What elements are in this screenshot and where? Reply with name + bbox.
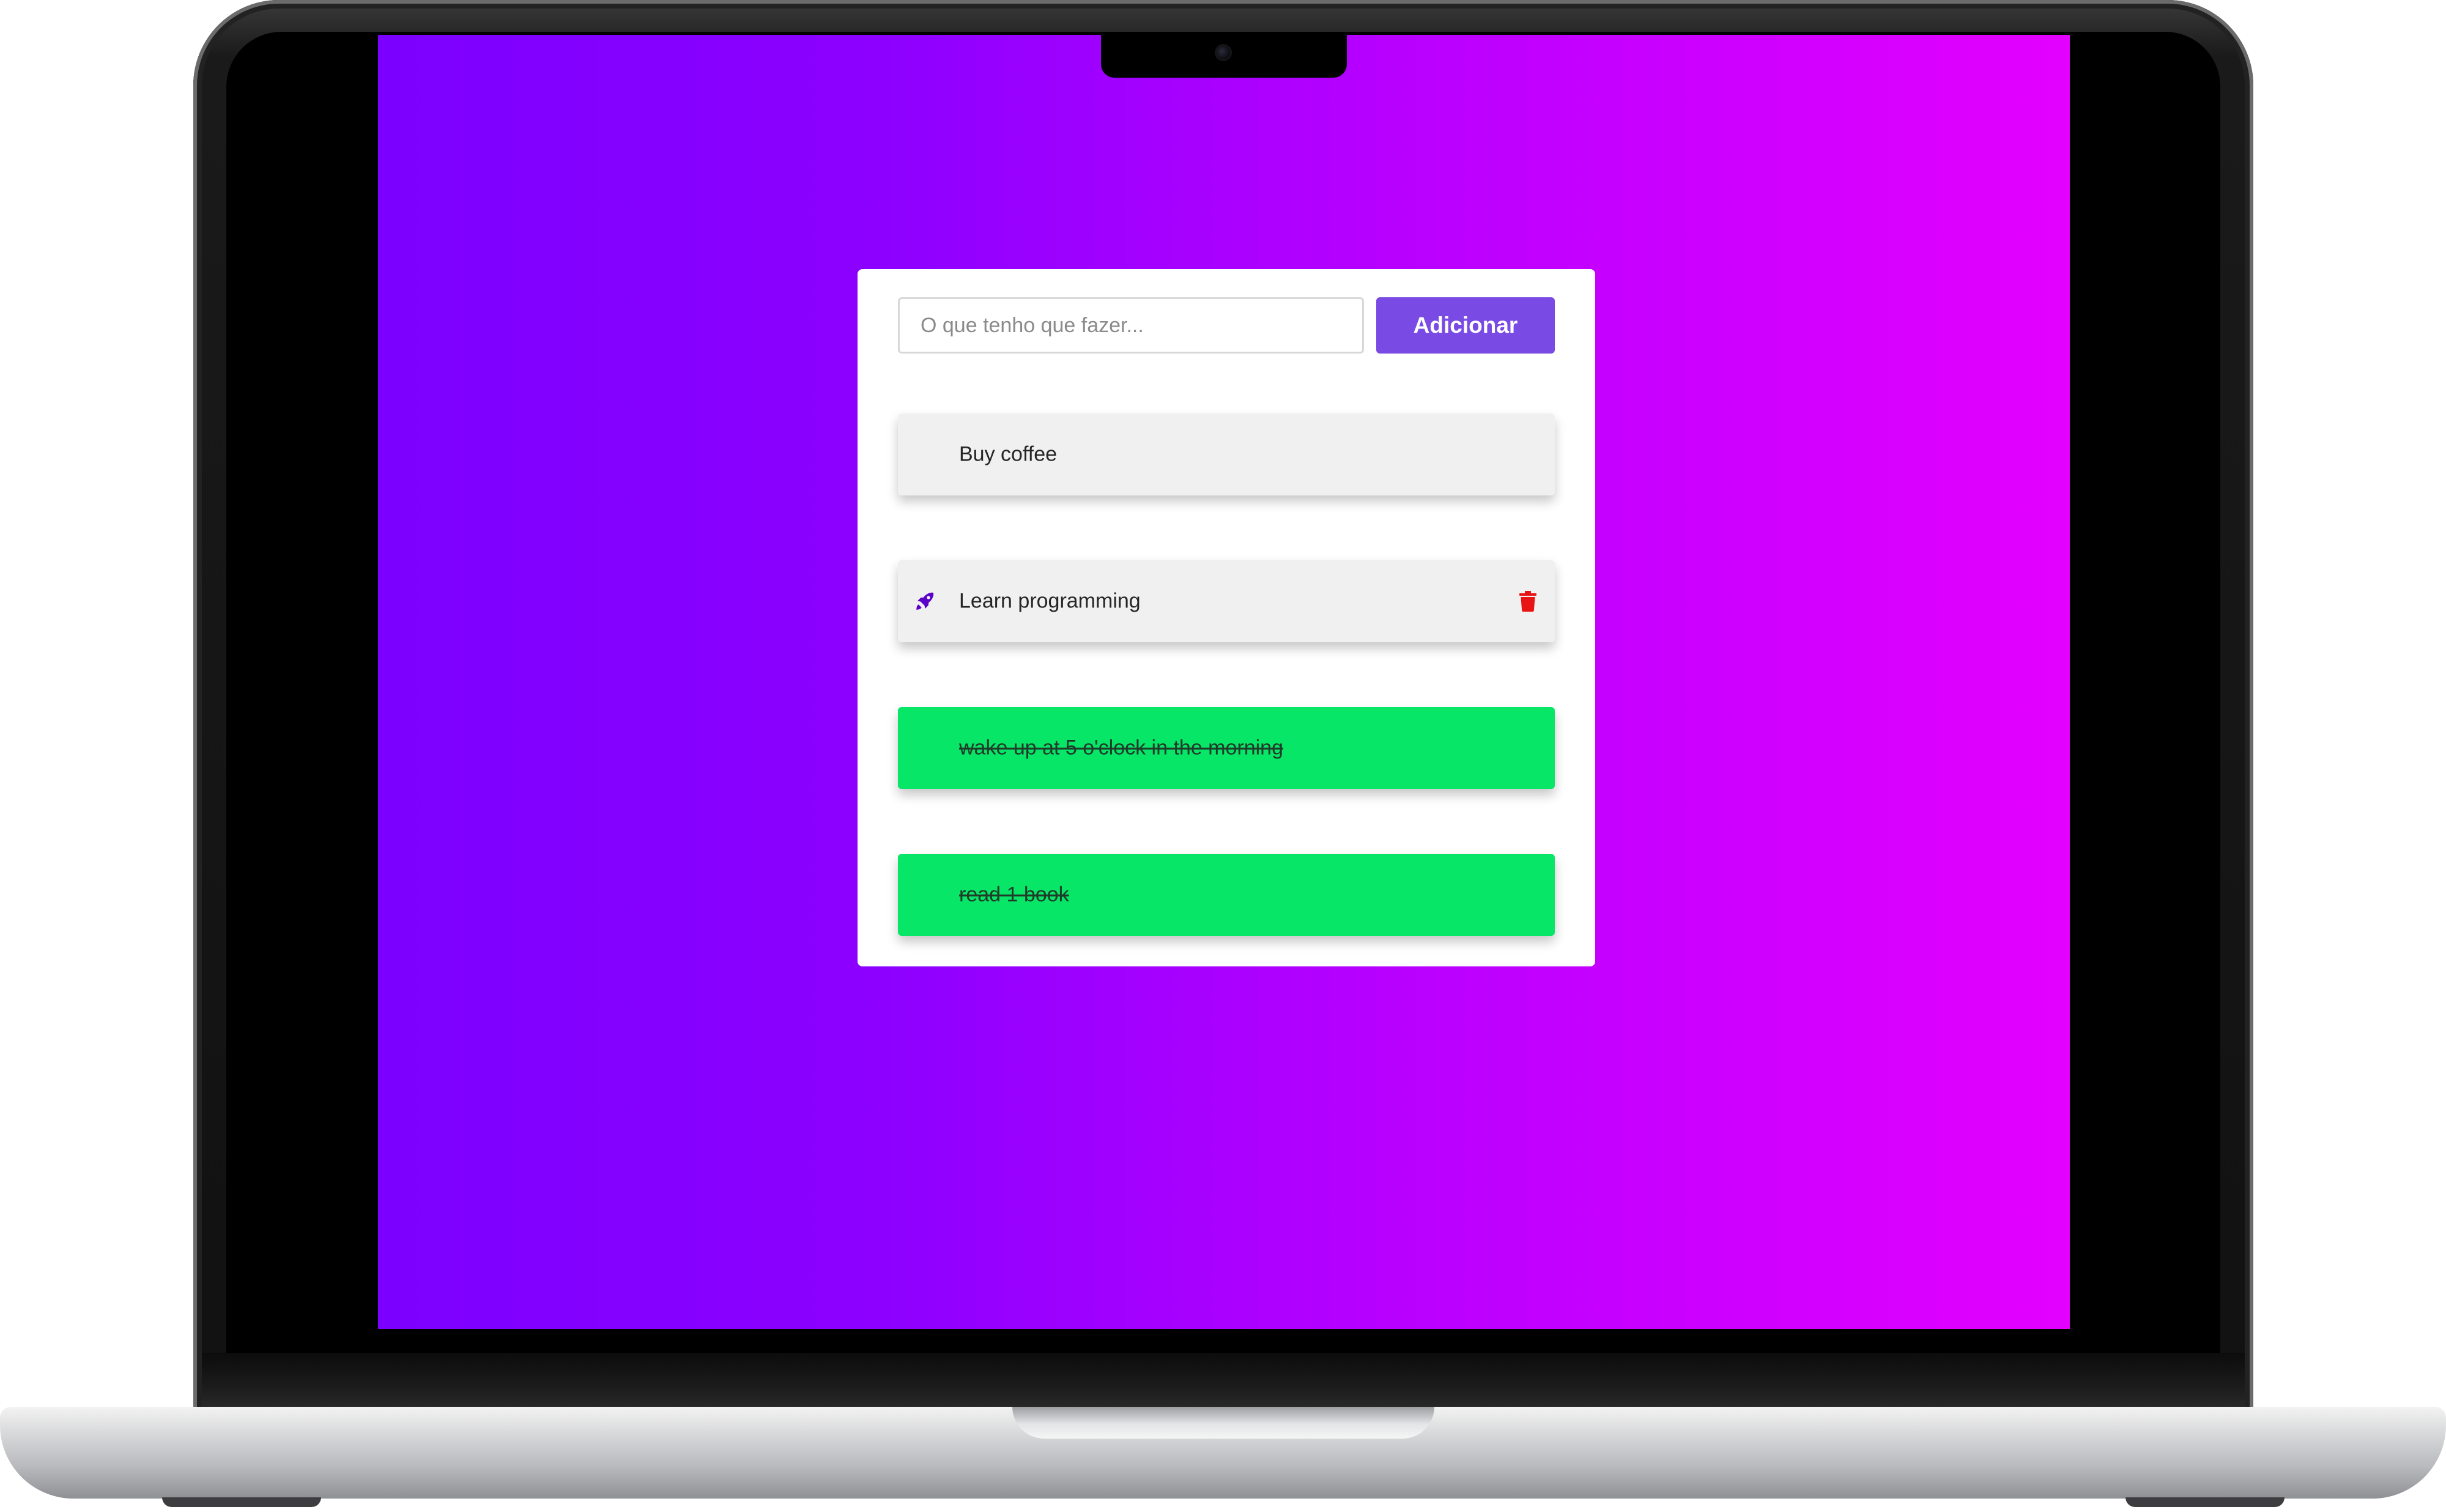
- rocket-icon[interactable]: [914, 590, 936, 612]
- laptop-hinge: [202, 1353, 2245, 1411]
- trash-icon[interactable]: [1519, 591, 1536, 612]
- todo-card: Adicionar Buy coffee Learn programming: [858, 269, 1595, 966]
- task-item-wake-up[interactable]: wake up at 5 o'clock in the morning: [898, 707, 1555, 789]
- add-task-button[interactable]: Adicionar: [1376, 297, 1555, 354]
- task-label: Buy coffee: [959, 442, 1058, 466]
- task-label: Learn programming: [959, 589, 1141, 613]
- camera-icon: [1217, 46, 1230, 59]
- task-label: wake up at 5 o'clock in the morning: [959, 736, 1284, 760]
- task-item-learn-programming[interactable]: Learn programming: [898, 560, 1555, 642]
- app-screen: Adicionar Buy coffee Learn programming: [378, 35, 2070, 1329]
- task-input[interactable]: [898, 297, 1364, 354]
- laptop-mockup: Adicionar Buy coffee Learn programming: [0, 0, 2446, 1512]
- task-item-read-book[interactable]: read 1 book: [898, 854, 1555, 936]
- laptop-opening-lip: [1012, 1407, 1434, 1439]
- laptop-foot-right: [2125, 1497, 2285, 1507]
- laptop-foot-left: [162, 1497, 321, 1507]
- task-input-row: Adicionar: [898, 297, 1555, 354]
- task-item-buy-coffee[interactable]: Buy coffee: [898, 413, 1555, 495]
- task-label: read 1 book: [959, 883, 1069, 906]
